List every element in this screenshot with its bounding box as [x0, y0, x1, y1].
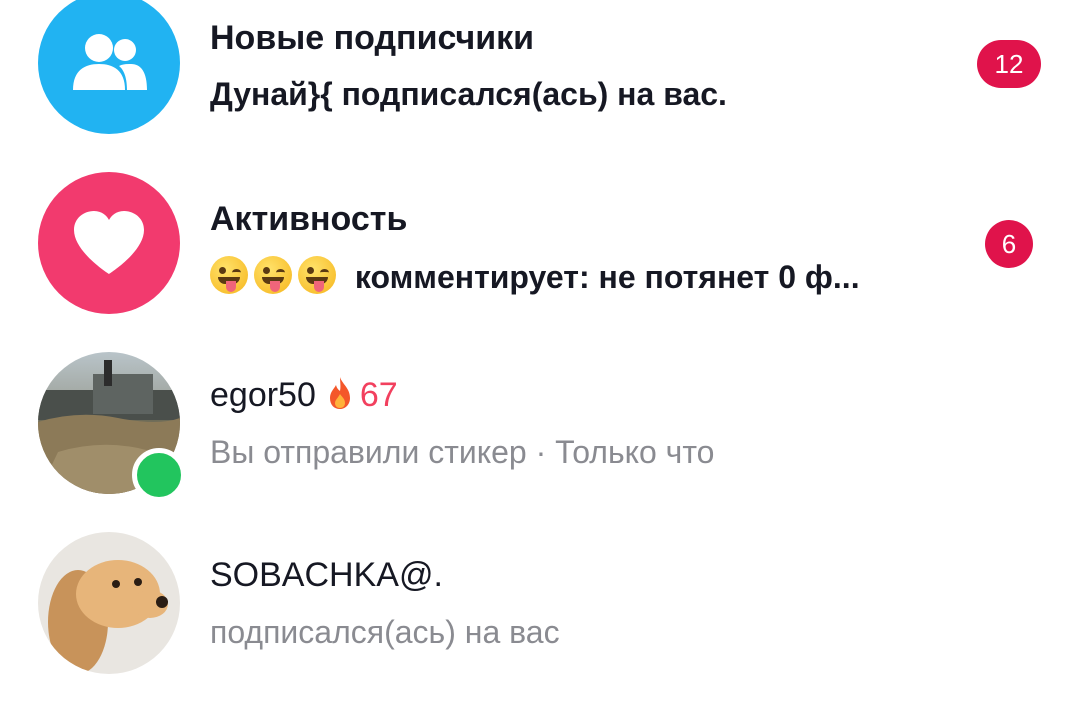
heart-icon: [74, 211, 144, 274]
avatar: [38, 532, 180, 674]
chat-last-message: Вы отправили стикер · Только что: [210, 434, 715, 470]
activity-avatar: [38, 172, 180, 314]
online-status-dot: [132, 448, 186, 502]
row-subtitle-line: комментирует: не потянет 0 ф...: [210, 256, 860, 296]
chat-username: SOBACHKA@.: [210, 556, 443, 594]
followers-icon: [73, 34, 147, 90]
fire-icon: [329, 377, 350, 409]
chat-row-sobachka[interactable]: SOBACHKA@. подписался(ась) на вас: [0, 532, 1080, 712]
unread-count-badge: 12: [977, 40, 1041, 88]
row-subtitle: комментирует: не потянет 0 ф...: [354, 259, 860, 295]
streak-count: 67: [359, 376, 398, 414]
emoji-group: [210, 256, 351, 295]
unread-count-badge: 6: [985, 220, 1033, 268]
tongue-wink-emoji-icon: [254, 256, 292, 294]
followers-avatar: [38, 0, 180, 134]
row-title: Активность: [210, 200, 408, 238]
notification-row-activity[interactable]: Активность комментирует: не потянет 0 ф.…: [0, 172, 1080, 352]
notification-row-new-followers[interactable]: Новые подписчики Дунай}{ подписался(ась)…: [0, 0, 1080, 180]
chat-name-line: egor50 67: [210, 376, 398, 415]
chat-username: egor50: [210, 376, 316, 414]
dog-avatar-image: [48, 560, 168, 674]
row-title: Новые подписчики: [210, 19, 535, 57]
row-subtitle: Дунай}{ подписался(ась) на вас.: [210, 76, 727, 112]
tongue-wink-emoji-icon: [298, 256, 336, 294]
chat-row-egor50[interactable]: egor50 67 Вы отправили стикер · Только чт…: [0, 352, 1080, 532]
tongue-wink-emoji-icon: [210, 256, 248, 294]
